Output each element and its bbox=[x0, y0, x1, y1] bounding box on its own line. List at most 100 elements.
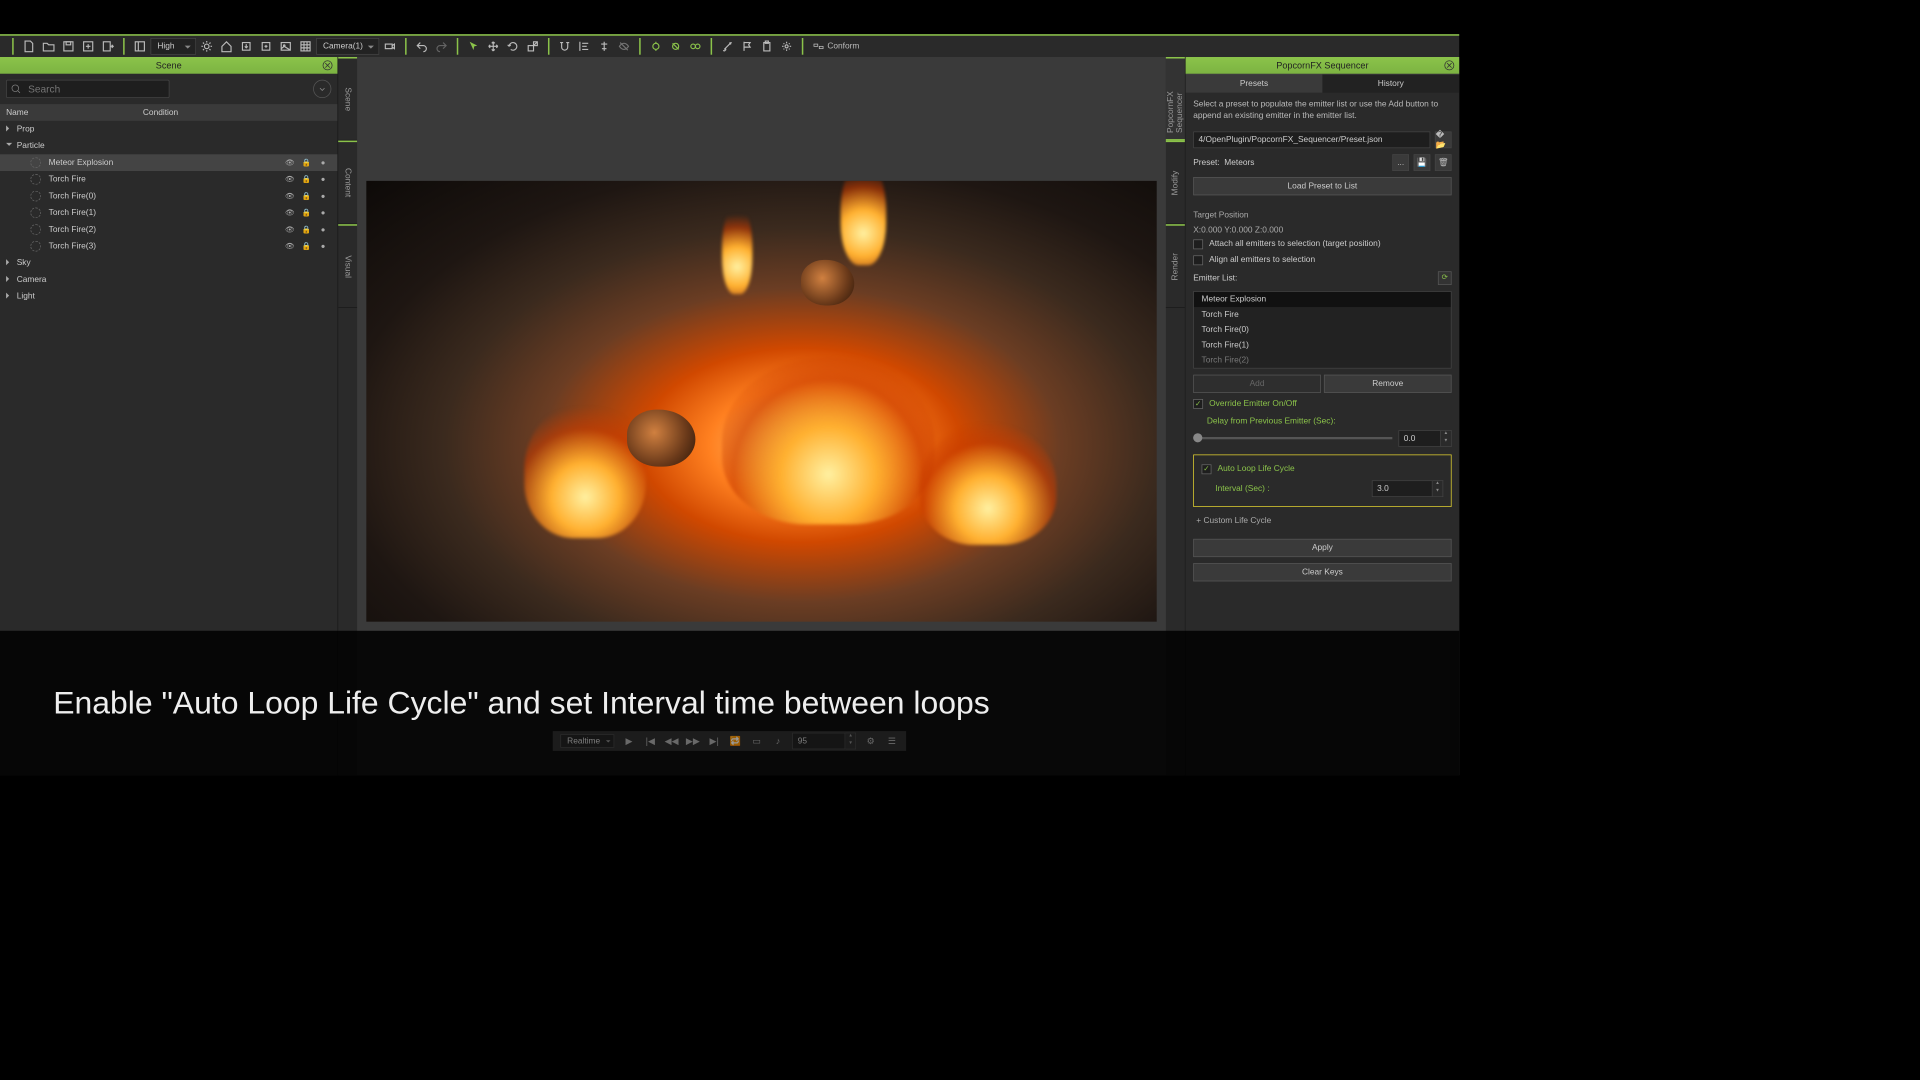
image-icon[interactable] bbox=[277, 37, 295, 55]
clipboard-icon[interactable] bbox=[757, 37, 775, 55]
refresh-icon[interactable]: ⟳ bbox=[1438, 271, 1452, 285]
tree-item[interactable]: Meteor Explosion👁🔒● bbox=[0, 154, 337, 171]
frame-spinner[interactable]: ▲▼ bbox=[792, 733, 856, 750]
tree-item[interactable]: Torch Fire(3)👁🔒● bbox=[0, 238, 337, 255]
prev-frame-icon[interactable]: ◀◀ bbox=[665, 734, 679, 748]
lock-icon[interactable]: 🔒 bbox=[301, 158, 312, 166]
bone-icon[interactable] bbox=[718, 37, 736, 55]
autoloop-checkbox[interactable]: Auto Loop Life Cycle bbox=[1194, 461, 1451, 477]
preset-path-input[interactable] bbox=[1193, 131, 1430, 148]
scale-icon[interactable] bbox=[523, 37, 541, 55]
side-tab-scene[interactable]: Scene bbox=[338, 57, 357, 141]
redo-icon[interactable] bbox=[432, 37, 450, 55]
emitter-item[interactable]: Torch Fire bbox=[1194, 307, 1451, 322]
delay-slider[interactable] bbox=[1193, 437, 1392, 439]
eye-icon[interactable]: 👁 bbox=[284, 192, 295, 200]
save-icon[interactable] bbox=[59, 37, 77, 55]
tree-node-camera[interactable]: Camera bbox=[0, 271, 337, 288]
align-checkbox[interactable]: Align all emitters to selection bbox=[1186, 252, 1460, 268]
hide-icon[interactable] bbox=[615, 37, 633, 55]
override-checkbox[interactable]: Override Emitter On/Off bbox=[1186, 396, 1460, 412]
move-icon[interactable] bbox=[484, 37, 502, 55]
tree-node-particle[interactable]: Particle bbox=[0, 138, 337, 155]
lock-icon[interactable]: 🔒 bbox=[301, 242, 312, 250]
eye-icon[interactable]: 👁 bbox=[284, 242, 295, 250]
export-icon[interactable] bbox=[99, 37, 117, 55]
tree-node-light[interactable]: Light bbox=[0, 288, 337, 305]
clear-keys-button[interactable]: Clear Keys bbox=[1193, 563, 1451, 581]
loop-icon[interactable]: 🔁 bbox=[729, 734, 743, 748]
light-icon[interactable] bbox=[198, 37, 216, 55]
filter-icon[interactable] bbox=[313, 80, 331, 98]
first-frame-icon[interactable]: |◀ bbox=[643, 734, 657, 748]
emitter-item[interactable]: Torch Fire(2) bbox=[1194, 352, 1451, 367]
grid-icon[interactable] bbox=[296, 37, 314, 55]
eye-icon[interactable]: 👁 bbox=[284, 225, 295, 233]
home-icon[interactable] bbox=[217, 37, 235, 55]
save-preset-icon[interactable]: 💾 bbox=[1414, 154, 1431, 171]
lock-icon[interactable]: 🔒 bbox=[301, 209, 312, 217]
eye-icon[interactable]: 👁 bbox=[284, 158, 295, 166]
tree-node-sky[interactable]: Sky bbox=[0, 255, 337, 272]
emitter-item[interactable]: Torch Fire(0) bbox=[1194, 322, 1451, 337]
save-as-icon[interactable] bbox=[79, 37, 97, 55]
tree-node-prop[interactable]: Prop bbox=[0, 121, 337, 138]
align-center-icon[interactable] bbox=[595, 37, 613, 55]
last-frame-icon[interactable]: ▶| bbox=[707, 734, 721, 748]
tree-item[interactable]: Torch Fire(0)👁🔒● bbox=[0, 188, 337, 205]
delay-spinner[interactable]: ▲▼ bbox=[1398, 430, 1451, 447]
add-box-icon[interactable] bbox=[257, 37, 275, 55]
range-icon[interactable]: ▭ bbox=[750, 734, 764, 748]
settings-icon[interactable]: ⚙ bbox=[864, 734, 878, 748]
layout-icon[interactable] bbox=[131, 37, 149, 55]
side-tab-visual[interactable]: Visual bbox=[338, 224, 357, 308]
eye-icon[interactable]: 👁 bbox=[284, 175, 295, 183]
eye-icon[interactable]: 👁 bbox=[284, 209, 295, 217]
right-tab-modify[interactable]: Modify bbox=[1166, 141, 1185, 225]
align-left-icon[interactable] bbox=[575, 37, 593, 55]
preset-dropdown[interactable]: Meteors bbox=[1224, 158, 1388, 167]
playback-mode-dropdown[interactable]: Realtime bbox=[560, 734, 614, 748]
remove-button[interactable]: Remove bbox=[1324, 375, 1452, 393]
interval-spinner[interactable]: ▲▼ bbox=[1372, 480, 1443, 497]
rotate-icon[interactable] bbox=[504, 37, 522, 55]
emitter-item[interactable]: Meteor Explosion bbox=[1194, 292, 1451, 307]
load-preset-button[interactable]: Load Preset to List bbox=[1193, 177, 1451, 195]
physics3-icon[interactable] bbox=[686, 37, 704, 55]
open-file-icon[interactable] bbox=[40, 37, 58, 55]
custom-lifecycle-toggle[interactable]: Custom Life Cycle bbox=[1186, 511, 1460, 529]
attach-checkbox[interactable]: Attach all emitters to selection (target… bbox=[1186, 236, 1460, 252]
lock-icon[interactable]: 🔒 bbox=[301, 175, 312, 183]
lock-icon[interactable]: 🔒 bbox=[301, 192, 312, 200]
camera-icon[interactable] bbox=[380, 37, 398, 55]
lock-icon[interactable]: 🔒 bbox=[301, 225, 312, 233]
select-icon[interactable] bbox=[464, 37, 482, 55]
physics1-icon[interactable] bbox=[646, 37, 664, 55]
play-icon[interactable]: ▶ bbox=[622, 734, 636, 748]
settings-icon[interactable] bbox=[777, 37, 795, 55]
side-tab-content[interactable]: Content bbox=[338, 141, 357, 225]
tab-presets[interactable]: Presets bbox=[1186, 74, 1323, 93]
add-button[interactable]: Add bbox=[1193, 375, 1321, 393]
browse-icon[interactable]: �📂 bbox=[1435, 131, 1452, 148]
right-tab-sequencer[interactable]: PopcornFX Sequencer bbox=[1166, 57, 1185, 141]
list-icon[interactable]: ☰ bbox=[885, 734, 899, 748]
physics2-icon[interactable] bbox=[666, 37, 684, 55]
quality-dropdown[interactable]: High bbox=[150, 38, 196, 55]
tab-history[interactable]: History bbox=[1322, 74, 1459, 93]
close-icon[interactable] bbox=[1444, 60, 1455, 71]
flag-icon[interactable] bbox=[738, 37, 756, 55]
apply-button[interactable]: Apply bbox=[1193, 539, 1451, 557]
audio-icon[interactable]: ♪ bbox=[771, 734, 785, 748]
camera-dropdown[interactable]: Camera(1) bbox=[316, 38, 379, 55]
conform-button[interactable]: Conform bbox=[809, 40, 862, 52]
tree-item[interactable]: Torch Fire(2)👁🔒● bbox=[0, 221, 337, 238]
right-tab-render[interactable]: Render bbox=[1166, 224, 1185, 308]
snap-icon[interactable] bbox=[555, 37, 573, 55]
close-icon[interactable] bbox=[322, 60, 333, 71]
undo-icon[interactable] bbox=[412, 37, 430, 55]
new-file-icon[interactable] bbox=[20, 37, 38, 55]
emitter-item[interactable]: Torch Fire(1) bbox=[1194, 337, 1451, 352]
search-input[interactable] bbox=[6, 80, 169, 98]
tree-item[interactable]: Torch Fire(1)👁🔒● bbox=[0, 204, 337, 221]
